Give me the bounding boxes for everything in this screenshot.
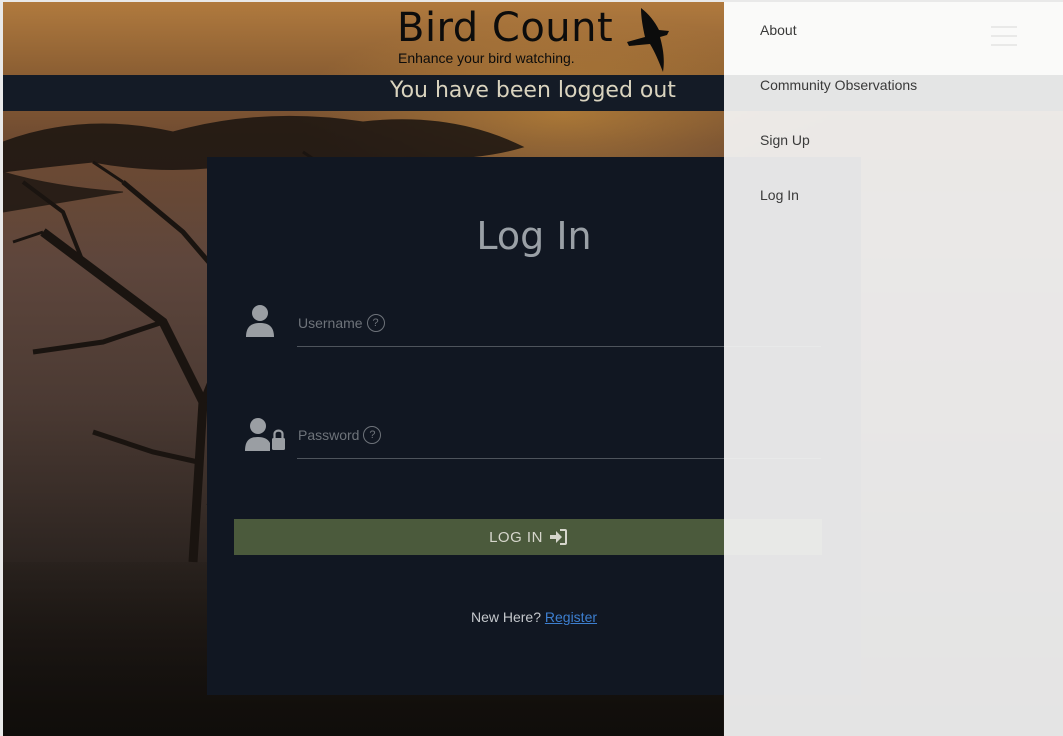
register-prompt: New Here? [470,609,541,625]
menu-item-log-in[interactable]: Log In [760,187,799,203]
site-logo[interactable]: Bird Count Enhance your bird watching. [397,2,687,75]
page-frame: Bird Count Enhance your bird watching. Y… [3,2,1063,736]
register-link[interactable]: Register [545,609,597,625]
user-icon [246,305,274,337]
menu-item-sign-up[interactable]: Sign Up [760,132,810,148]
logo-tagline: Enhance your bird watching. [398,50,575,66]
menu-item-about[interactable]: About [760,22,797,38]
logo-title: Bird Count [397,5,614,51]
side-menu-panel: About Community Observations Sign Up Log… [724,2,1063,736]
sign-in-icon [549,529,567,545]
menu-item-community-observations[interactable]: Community Observations [760,77,917,93]
user-lock-icon [245,418,285,451]
bird-silhouette-icon [627,8,669,72]
login-button-label: LOG IN [489,528,543,546]
hamburger-menu-icon[interactable] [991,26,1017,46]
